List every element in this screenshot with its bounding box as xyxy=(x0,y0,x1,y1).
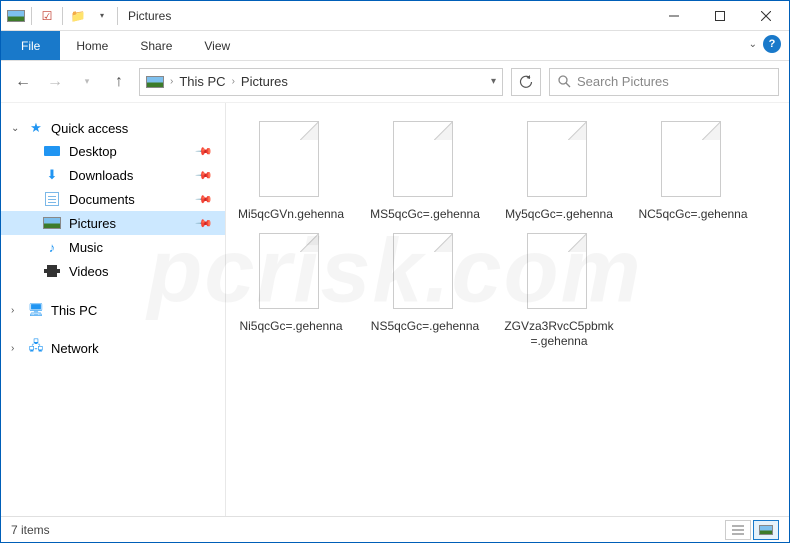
file-item[interactable]: Mi5qcGVn.gehenna xyxy=(236,121,346,223)
location-icon xyxy=(146,74,164,90)
qat-folder-icon[interactable]: 📁 xyxy=(67,7,89,25)
file-tab[interactable]: File xyxy=(1,31,60,60)
file-item[interactable]: Ni5qcGc=.gehenna xyxy=(236,233,346,350)
maximize-button[interactable] xyxy=(697,1,743,31)
sidebar-item-desktop[interactable]: Desktop 📌 xyxy=(1,139,225,163)
address-dropdown-icon[interactable]: ▾ xyxy=(491,76,496,87)
details-view-button[interactable] xyxy=(725,520,751,540)
thumbnails-view-button[interactable] xyxy=(753,520,779,540)
title-bar: ☑ 📁 ▾ Pictures xyxy=(1,1,789,31)
item-count: 7 items xyxy=(11,523,50,537)
sidebar-item-documents[interactable]: Documents 📌 xyxy=(1,187,225,211)
status-bar: 7 items xyxy=(1,516,789,542)
sidebar-item-videos[interactable]: Videos xyxy=(1,259,225,283)
sidebar-item-label: Network xyxy=(51,341,99,356)
sidebar-item-label: Quick access xyxy=(51,121,128,136)
sidebar-item-label: Music xyxy=(69,240,103,255)
file-item[interactable]: My5qcGc=.gehenna xyxy=(504,121,614,223)
expand-ribbon-icon[interactable]: ⌄ xyxy=(749,39,757,50)
videos-icon xyxy=(43,263,61,279)
pin-icon: 📌 xyxy=(195,214,214,233)
pictures-icon xyxy=(43,215,61,231)
file-item[interactable]: ZGVza3RvcC5pbmk=.gehenna xyxy=(504,233,614,350)
tab-home[interactable]: Home xyxy=(60,31,124,60)
sidebar-item-music[interactable]: ♪ Music xyxy=(1,235,225,259)
network-icon: 🖧 xyxy=(27,340,45,356)
breadcrumb-current[interactable]: Pictures xyxy=(241,74,288,89)
pin-icon: 📌 xyxy=(195,166,214,185)
sidebar-item-label: Videos xyxy=(69,264,109,279)
chevron-right-icon: › xyxy=(11,305,21,316)
chevron-right-icon: › xyxy=(11,343,21,354)
chevron-right-icon: › xyxy=(232,76,235,87)
sidebar-network[interactable]: › 🖧 Network xyxy=(1,337,225,359)
recent-dropdown-icon[interactable]: ▾ xyxy=(75,70,99,94)
sidebar-item-label: Desktop xyxy=(69,144,117,159)
desktop-icon xyxy=(43,143,61,159)
sidebar-item-label: Documents xyxy=(69,192,135,207)
tab-share[interactable]: Share xyxy=(124,31,188,60)
help-button[interactable]: ? xyxy=(763,35,781,53)
file-name: Ni5qcGc=.gehenna xyxy=(239,319,342,335)
sidebar-item-downloads[interactable]: ⬇ Downloads 📌 xyxy=(1,163,225,187)
pin-icon: 📌 xyxy=(195,142,214,161)
tab-view[interactable]: View xyxy=(188,31,246,60)
file-icon xyxy=(259,121,323,201)
pin-icon: 📌 xyxy=(195,190,214,209)
qat-save-icon[interactable]: ☑ xyxy=(36,7,58,25)
sidebar-item-label: This PC xyxy=(51,303,97,318)
file-name: NS5qcGc=.gehenna xyxy=(371,319,479,335)
file-icon xyxy=(259,233,323,313)
navigation-pane: ⌄ ★ Quick access Desktop 📌 ⬇ Downloads 📌… xyxy=(1,103,226,518)
music-icon: ♪ xyxy=(43,239,61,255)
sidebar-item-label: Pictures xyxy=(69,216,116,231)
file-icon xyxy=(527,233,591,313)
breadcrumb-root[interactable]: This PC xyxy=(179,74,225,89)
search-placeholder: Search Pictures xyxy=(577,74,669,89)
documents-icon xyxy=(43,191,61,207)
file-item[interactable]: NS5qcGc=.gehenna xyxy=(370,233,480,350)
sidebar-quick-access[interactable]: ⌄ ★ Quick access xyxy=(1,117,225,139)
chevron-down-icon: ⌄ xyxy=(11,123,21,134)
file-list[interactable]: Mi5qcGVn.gehenna MS5qcGc=.gehenna My5qcGc=… xyxy=(226,103,789,518)
sidebar-item-label: Downloads xyxy=(69,168,133,183)
file-icon xyxy=(527,121,591,201)
file-item[interactable]: MS5qcGc=.gehenna xyxy=(370,121,480,223)
close-button[interactable] xyxy=(743,1,789,31)
file-name: NC5qcGc=.gehenna xyxy=(638,207,747,223)
minimize-button[interactable] xyxy=(651,1,697,31)
app-icon xyxy=(5,7,27,25)
file-name: MS5qcGc=.gehenna xyxy=(370,207,480,223)
window-title: Pictures xyxy=(128,9,171,23)
search-icon xyxy=(558,75,571,88)
ribbon-bar: File Home Share View ⌄ ? xyxy=(1,31,789,61)
sidebar-this-pc[interactable]: › 🖥 This PC xyxy=(1,299,225,321)
up-button[interactable]: ↑ xyxy=(107,70,131,94)
chevron-right-icon: › xyxy=(170,76,173,87)
back-button[interactable]: ← xyxy=(11,70,35,94)
file-item[interactable]: NC5qcGc=.gehenna xyxy=(638,121,748,223)
sidebar-item-pictures[interactable]: Pictures 📌 xyxy=(1,211,225,235)
file-name: ZGVza3RvcC5pbmk=.gehenna xyxy=(504,319,614,350)
file-name: My5qcGc=.gehenna xyxy=(505,207,613,223)
qat-dropdown-icon[interactable]: ▾ xyxy=(91,7,113,25)
search-input[interactable]: Search Pictures xyxy=(549,68,779,96)
forward-button[interactable]: → xyxy=(43,70,67,94)
refresh-button[interactable] xyxy=(511,68,541,96)
address-bar[interactable]: › This PC › Pictures ▾ xyxy=(139,68,503,96)
file-name: Mi5qcGVn.gehenna xyxy=(238,207,344,223)
downloads-icon: ⬇ xyxy=(43,167,61,183)
address-row: ← → ▾ ↑ › This PC › Pictures ▾ Search Pi… xyxy=(1,61,789,103)
file-icon xyxy=(393,121,457,201)
file-icon xyxy=(393,233,457,313)
file-icon xyxy=(661,121,725,201)
computer-icon: 🖥 xyxy=(27,302,45,318)
star-icon: ★ xyxy=(27,120,45,136)
